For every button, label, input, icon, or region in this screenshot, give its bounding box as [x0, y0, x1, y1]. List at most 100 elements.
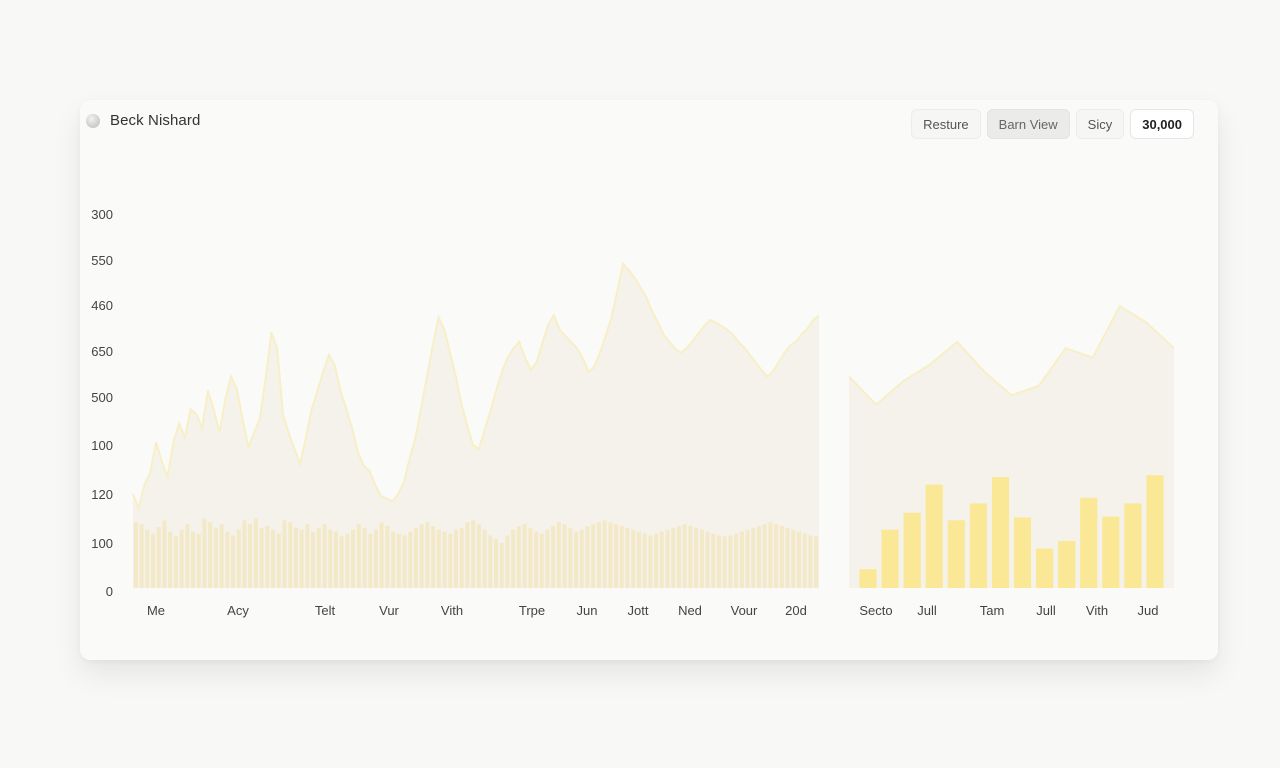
main-bar: [488, 535, 493, 588]
main-bar: [516, 526, 521, 588]
main-bar: [785, 527, 790, 588]
y-tick-label: 300: [91, 207, 113, 222]
main-bar: [716, 535, 721, 588]
side-bar: [991, 477, 1010, 588]
x-tick-label: Secto: [859, 603, 892, 618]
side-bar: [1080, 497, 1098, 588]
main-bar: [636, 531, 641, 588]
main-bar: [774, 524, 779, 588]
main-bar: [476, 524, 481, 588]
main-bar: [722, 536, 727, 588]
main-bar: [756, 526, 761, 588]
main-bar: [236, 529, 241, 588]
x-tick-label: Jun: [577, 603, 598, 618]
main-bar: [591, 524, 596, 588]
main-bar: [688, 526, 693, 588]
main-bar: [791, 529, 796, 588]
main-bar: [373, 529, 378, 588]
main-bar: [402, 535, 407, 588]
main-bar: [185, 524, 190, 588]
main-bar: [619, 526, 624, 588]
main-bar: [408, 531, 413, 588]
side-bar: [947, 520, 965, 588]
main-bar: [145, 529, 150, 588]
main-bar: [665, 529, 670, 588]
main-bar: [345, 533, 350, 588]
main-bar: [648, 535, 653, 588]
y-tick-label: 120: [91, 487, 113, 502]
main-bar: [271, 529, 276, 588]
main-bar: [671, 527, 676, 588]
main-bar: [419, 524, 424, 588]
main-bar: [522, 524, 527, 588]
main-bar: [231, 535, 236, 588]
x-tick-label: Vith: [441, 603, 463, 618]
main-bar: [385, 526, 390, 588]
side-bar: [1102, 516, 1120, 588]
main-bar: [739, 531, 744, 588]
x-tick-label: Jott: [628, 603, 649, 618]
main-bar: [311, 531, 316, 588]
main-bar: [362, 527, 367, 588]
y-tick-label: 500: [91, 390, 113, 405]
main-bar: [379, 522, 384, 588]
main-bar: [734, 533, 739, 588]
main-bar: [808, 535, 813, 588]
side-bar: [859, 569, 877, 588]
main-bar: [625, 527, 630, 588]
main-bar: [556, 522, 561, 588]
main-bar: [534, 531, 539, 588]
y-tick-label: 550: [91, 253, 113, 268]
x-tick-label: Vur: [379, 603, 399, 618]
main-bar: [248, 524, 253, 588]
main-bar: [453, 529, 458, 588]
main-bar: [288, 522, 293, 588]
main-bar: [151, 533, 156, 588]
main-bar: [213, 527, 218, 588]
main-bar: [631, 529, 636, 588]
main-bar: [802, 533, 807, 588]
main-bar: [796, 531, 801, 588]
main-bar: [654, 533, 659, 588]
main-bar: [539, 533, 544, 588]
main-bar: [505, 535, 510, 588]
y-tick-label: 650: [91, 344, 113, 359]
main-bar: [471, 520, 476, 588]
main-bar: [768, 522, 773, 588]
main-bar: [676, 526, 681, 588]
main-bar: [751, 527, 756, 588]
main-bar: [253, 518, 258, 588]
x-tick-label: Jud: [1138, 603, 1159, 618]
x-tick-label: Me: [147, 603, 165, 618]
main-bar: [333, 531, 338, 588]
x-tick-label: Vour: [731, 603, 758, 618]
main-bar: [614, 524, 619, 588]
main-bar: [156, 526, 161, 588]
side-bar: [969, 503, 987, 588]
side-bar: [903, 512, 921, 588]
main-bar: [276, 533, 281, 588]
main-bar: [179, 529, 184, 588]
y-tick-label: 460: [91, 298, 113, 313]
y-tick-label: 100: [91, 536, 113, 551]
main-bar: [596, 522, 601, 588]
main-bar: [545, 529, 550, 588]
x-tick-label: 20d: [785, 603, 807, 618]
main-bar: [339, 536, 344, 588]
main-bar: [494, 539, 499, 588]
main-bar: [133, 522, 138, 588]
main-bar: [293, 527, 298, 588]
main-bar: [745, 529, 750, 588]
main-bar: [448, 533, 453, 588]
y-tick-label: 100: [91, 438, 113, 453]
main-bar: [219, 524, 224, 588]
main-bar: [642, 533, 647, 588]
main-bar: [602, 520, 607, 588]
side-bar: [1058, 541, 1076, 588]
x-tick-label: Acy: [227, 603, 249, 618]
main-bar: [168, 531, 173, 588]
x-tick-label: Jull: [1036, 603, 1056, 618]
main-bar: [431, 526, 436, 588]
main-bar: [396, 533, 401, 588]
main-bar: [316, 527, 321, 588]
